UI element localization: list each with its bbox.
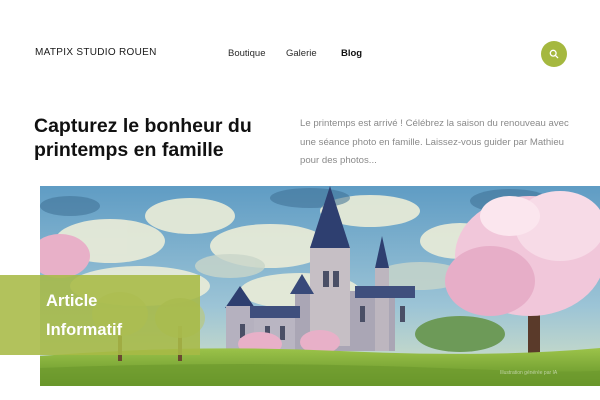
nav-item-blog[interactable]: Blog bbox=[341, 48, 362, 59]
image-credit: Illustration générée par IA bbox=[500, 370, 558, 376]
nav-item-boutique[interactable]: Boutique bbox=[228, 48, 266, 59]
category-label-line2: Informatif bbox=[46, 321, 123, 339]
main-nav: Boutique Galerie Blog bbox=[0, 48, 600, 62]
article-intro: Le printemps est arrivé ! Célébrez la sa… bbox=[300, 118, 569, 166]
article-category-badge: Article Informatif bbox=[0, 275, 200, 355]
page-title: Capturez le bonheur du printemps en fami… bbox=[34, 115, 252, 161]
category-label-line1: Article bbox=[46, 292, 98, 310]
nav-item-galerie[interactable]: Galerie bbox=[286, 48, 317, 59]
search-button[interactable] bbox=[541, 41, 567, 67]
search-icon bbox=[549, 49, 559, 59]
